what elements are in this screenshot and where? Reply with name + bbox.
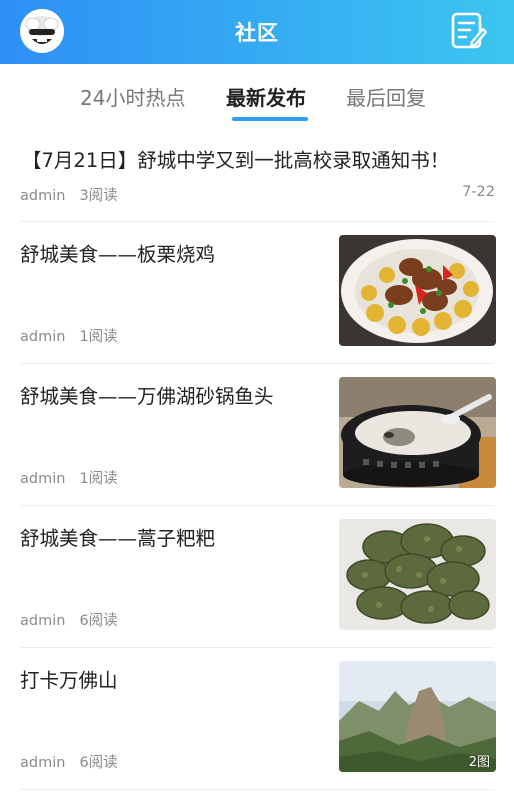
image-count-badge: 2图	[468, 755, 490, 770]
divider	[20, 789, 494, 790]
list-item[interactable]: 打卡万佛山 admin 6阅读 2图	[0, 648, 514, 790]
post-author: admin	[20, 188, 66, 204]
post-meta: admin 3阅读	[20, 184, 118, 205]
post-reads: 1阅读	[79, 329, 118, 345]
tab-24h-hot[interactable]: 24小时热点	[80, 82, 185, 111]
post-meta: admin 6阅读	[20, 751, 118, 772]
tab-bar: 24小时热点 最新发布 最后回复	[0, 64, 514, 126]
list-item[interactable]: 【7月21日】舒城中学又到一批高校录取通知书！ admin 3阅读 7-22	[0, 126, 514, 222]
braised-chicken-photo[interactable]	[339, 235, 496, 346]
list-item[interactable]: 舒城美食——万佛湖砂锅鱼头 admin 1阅读	[0, 364, 514, 506]
app-header: 社区	[0, 0, 514, 64]
post-author: admin	[20, 755, 66, 771]
mountain-photo[interactable]: 2图	[339, 661, 496, 772]
post-title: 舒城美食——板栗烧鸡	[20, 243, 216, 266]
post-author: admin	[20, 613, 66, 629]
tab-latest[interactable]: 最新发布	[226, 82, 306, 111]
post-date: 7-22	[462, 184, 495, 200]
post-reads: 6阅读	[79, 755, 118, 771]
post-meta: admin 1阅读	[20, 467, 118, 488]
herb-pancakes-photo[interactable]	[339, 519, 496, 630]
post-title: 舒城美食——万佛湖砂锅鱼头	[20, 385, 274, 408]
fish-head-casserole-photo[interactable]	[339, 377, 496, 488]
list-item[interactable]: 舒城美食——板栗烧鸡 admin 1阅读	[0, 222, 514, 364]
post-meta: admin 1阅读	[20, 325, 118, 346]
post-title: 舒城美食——蒿子粑粑	[20, 527, 216, 550]
post-author: admin	[20, 471, 66, 487]
active-tab-indicator	[232, 117, 308, 121]
post-title: 打卡万佛山	[20, 669, 118, 692]
page-title: 社区	[235, 21, 279, 45]
post-author: admin	[20, 329, 66, 345]
tab-last-reply[interactable]: 最后回复	[346, 82, 426, 111]
post-reads: 1阅读	[79, 471, 118, 487]
post-reads: 3阅读	[79, 188, 118, 204]
list-item[interactable]: 舒城美食——蒿子粑粑 admin 6阅读	[0, 506, 514, 648]
post-meta: admin 6阅读	[20, 609, 118, 630]
post-title: 【7月21日】舒城中学又到一批高校录取通知书！	[22, 149, 450, 172]
post-reads: 6阅读	[79, 613, 118, 629]
edit-note-icon[interactable]	[450, 11, 488, 51]
